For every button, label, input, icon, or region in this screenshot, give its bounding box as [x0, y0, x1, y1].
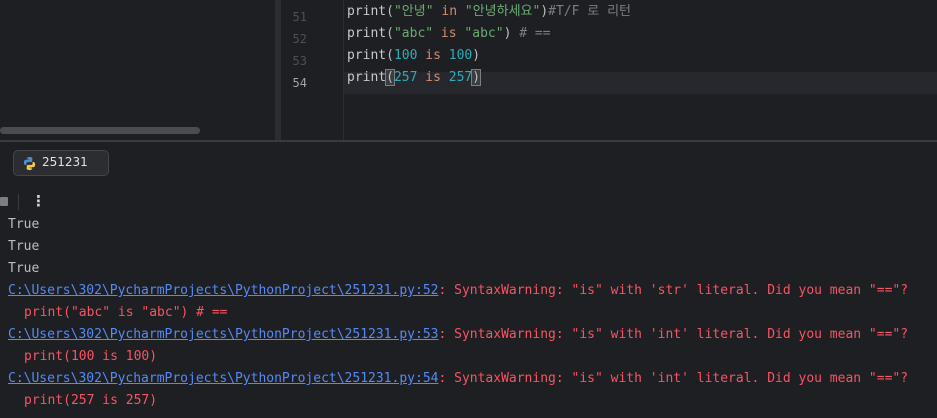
scrollbar-thumb[interactable] — [0, 127, 200, 134]
code-token: #T/F 로 리턴 — [548, 4, 631, 19]
file-location-link[interactable]: C:\Users\302\PycharmProjects\PythonProje… — [8, 371, 438, 386]
console-line: C:\Users\302\PycharmProjects\PythonProje… — [8, 324, 908, 346]
console-output[interactable]: True True True C:\Users\302\PycharmProjects… — [0, 214, 937, 418]
run-tool-window: 251231 ⋮ True True True C:\Users\302\Pychar… — [0, 142, 937, 418]
line-number[interactable]: 52 — [287, 32, 307, 46]
output-text: True — [8, 217, 40, 232]
code-token: ( — [386, 4, 394, 19]
code-token: 257 — [448, 70, 473, 85]
code-token: "abc" — [393, 26, 434, 41]
console-line: print("abc" is "abc") # == — [24, 302, 228, 324]
file-location-link[interactable]: C:\Users\302\PycharmProjects\PythonProje… — [8, 283, 438, 298]
file-location-link[interactable]: C:\Users\302\PycharmProjects\PythonProje… — [8, 327, 438, 342]
code-token: "안녕하세요" — [464, 4, 541, 19]
warning-text: : SyntaxWarning: "is" with 'str' literal… — [438, 283, 909, 298]
code-token: ( — [385, 69, 395, 86]
code-token: ( — [386, 26, 394, 41]
code-token: "안녕" — [393, 4, 434, 19]
code-editor[interactable]: print("안녕" in "안녕하세요")#T/F 로 리턴 print("ab… — [344, 0, 937, 140]
line-number[interactable]: 54 — [287, 76, 307, 90]
text-caret — [480, 69, 482, 86]
code-token: 100 — [448, 48, 473, 63]
code-token: "abc" — [464, 26, 504, 41]
console-line: True — [8, 236, 39, 258]
console-line: True — [8, 214, 39, 236]
run-tab-label: 251231 — [42, 155, 88, 169]
console-line: True — [8, 258, 39, 280]
line-number[interactable]: 53 — [287, 54, 307, 68]
code-token: print — [347, 48, 387, 63]
output-text: True — [8, 239, 40, 254]
toolbar-divider — [18, 194, 19, 210]
code-token: ) — [540, 4, 549, 19]
output-text: True — [8, 261, 40, 276]
run-config-tab[interactable]: 251231 — [13, 150, 109, 176]
code-line[interactable]: print("안녕" in "안녕하세요")#T/F 로 리턴 — [347, 1, 631, 23]
code-token: ) — [471, 69, 482, 86]
code-token: print — [347, 70, 387, 85]
warning-text: : SyntaxWarning: "is" with 'int' literal… — [438, 327, 909, 342]
code-token: in — [433, 4, 465, 19]
code-token: ) — [472, 48, 481, 63]
console-line: print(257 is 257) — [24, 390, 157, 412]
warning-text: print("abc" is "abc") # == — [24, 305, 228, 320]
code-token: print — [347, 26, 387, 41]
code-token: is — [433, 26, 465, 41]
code-token: ( — [386, 48, 394, 63]
project-panel — [0, 0, 274, 140]
code-token: 257 — [393, 70, 418, 85]
warning-text: : SyntaxWarning: "is" with 'int' literal… — [438, 371, 909, 386]
console-line: C:\Users\302\PycharmProjects\PythonProje… — [8, 280, 908, 302]
code-token: # == — [511, 26, 551, 41]
code-line[interactable]: print(257 is 257) — [347, 67, 482, 89]
horizontal-scrollbar[interactable] — [0, 127, 274, 135]
python-icon — [23, 156, 36, 171]
editor-area: 51 52 53 54 print("안녕" in "안녕하세요")#T/F 로 리턴… — [0, 0, 937, 140]
code-line[interactable]: print(100 is 100) — [347, 45, 480, 67]
console-line: print(100 is 100) — [24, 346, 157, 368]
console-line: C:\Users\302\PycharmProjects\PythonProje… — [8, 368, 908, 390]
more-options-icon[interactable]: ⋮ — [31, 192, 46, 210]
line-number[interactable]: 51 — [287, 10, 307, 24]
stop-icon[interactable] — [0, 197, 8, 206]
code-token: print — [347, 4, 387, 19]
line-number-gutter[interactable]: 51 52 53 54 — [281, 0, 343, 140]
ide-window: 51 52 53 54 print("안녕" in "안녕하세요")#T/F 로 리턴… — [0, 0, 937, 418]
code-token: is — [417, 70, 449, 85]
code-line[interactable]: print("abc" is "abc") # == — [347, 23, 551, 45]
warning-text: print(257 is 257) — [24, 393, 158, 408]
warning-text: print(100 is 100) — [24, 349, 158, 364]
code-token: 100 — [393, 48, 418, 63]
code-token: is — [417, 48, 449, 63]
